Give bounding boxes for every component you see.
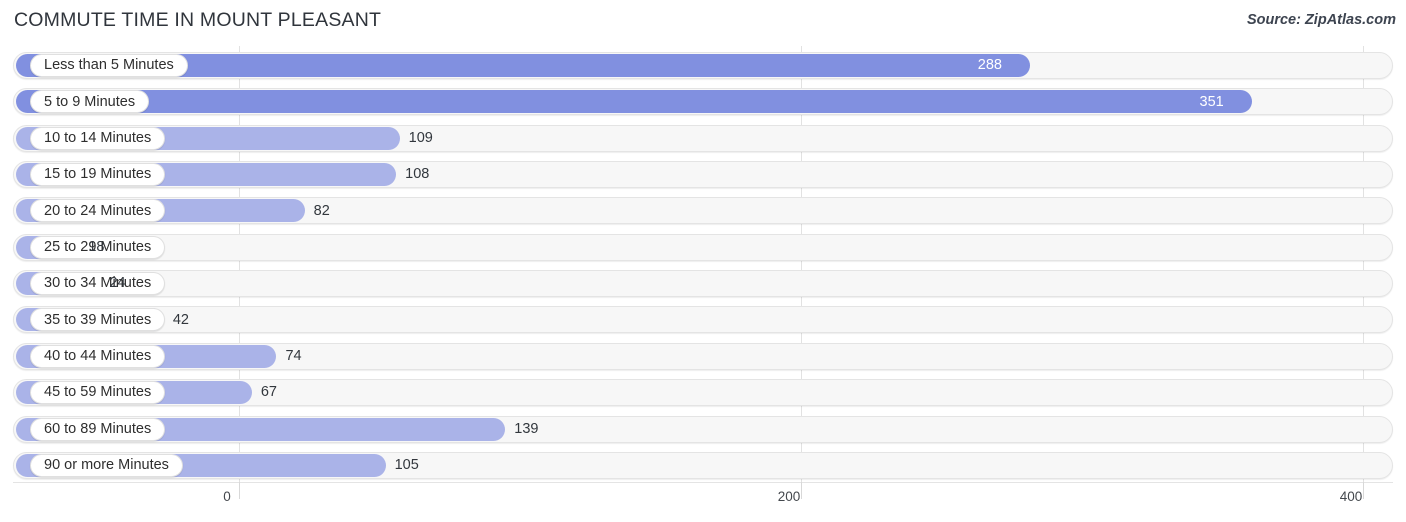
bar-track	[13, 270, 1393, 298]
category-label-pill: 30 to 34 Minutes	[30, 272, 166, 296]
category-label: 40 to 44 Minutes	[44, 348, 152, 365]
category-label-pill: 60 to 89 Minutes	[30, 417, 166, 441]
category-label: 10 to 14 Minutes	[44, 129, 152, 146]
bar-value-label: 108	[405, 166, 430, 183]
bar-row[interactable]: Less than 5 Minutes 288	[13, 52, 1393, 79]
category-label-pill: 15 to 19 Minutes	[30, 163, 166, 187]
category-label-pill: 20 to 24 Minutes	[30, 199, 166, 223]
category-label-pill: Less than 5 Minutes	[30, 54, 188, 77]
category-label-pill: 90 or more Minutes	[30, 453, 183, 477]
tick-mark-400	[1363, 482, 1364, 499]
bar-row[interactable]: 40 to 44 Minutes 74	[13, 342, 1393, 370]
bar-row[interactable]: 60 to 89 Minutes 139	[13, 415, 1393, 443]
category-label-pill: 10 to 14 Minutes	[30, 126, 166, 150]
category-label: 30 to 34 Minutes	[44, 275, 152, 292]
tick-label-0: 0	[223, 489, 231, 504]
bar-row[interactable]: 30 to 34 Minutes 24	[13, 270, 1393, 298]
tick-label-200: 200	[777, 489, 801, 504]
bar-rows: Less than 5 Minutes 288 5 to 9 Minutes 351 1…	[0, 46, 1406, 482]
bar-value-label: 18	[88, 239, 105, 255]
chart-plot-area: Less than 5 Minutes 288 5 to 9 Minutes 351 1…	[0, 46, 1406, 482]
category-label: 90 or more Minutes	[44, 457, 169, 474]
x-axis: 0 200 400	[0, 482, 1406, 522]
bar-row[interactable]: 10 to 14 Minutes 109	[13, 124, 1393, 152]
category-label-pill: 40 to 44 Minutes	[30, 344, 166, 368]
bar-value-label: 42	[172, 311, 189, 328]
chart-header: COMMUTE TIME IN MOUNT PLEASANT Source: Z…	[0, 0, 1406, 46]
category-label: Less than 5 Minutes	[44, 57, 174, 74]
category-label: 45 to 59 Minutes	[44, 384, 152, 401]
category-label: 20 to 24 Minutes	[44, 202, 152, 219]
tick-mark-200	[801, 482, 802, 499]
category-label: 5 to 9 Minutes	[44, 93, 136, 110]
bar-value-label: 74	[285, 348, 302, 365]
category-label: 35 to 39 Minutes	[44, 311, 152, 328]
bar-row[interactable]: 5 to 9 Minutes 351	[13, 88, 1393, 116]
bar-row[interactable]: 25 to 29 Minutes 18	[13, 233, 1393, 261]
bar-value-label: 24	[109, 275, 126, 292]
bar-value-label: 105	[394, 457, 419, 474]
category-label-pill: 45 to 59 Minutes	[30, 381, 166, 405]
bar-row[interactable]: 20 to 24 Minutes 82	[13, 197, 1393, 225]
bar-row[interactable]: 35 to 39 Minutes 42	[13, 306, 1393, 334]
category-label-pill: 35 to 39 Minutes	[30, 308, 166, 332]
bar-value-label: 82	[313, 202, 330, 219]
axis-top-rule	[13, 482, 1393, 483]
bar-value-label: 109	[408, 129, 433, 146]
source-attribution: Source: ZipAtlas.com	[1246, 12, 1396, 28]
bar-value-label: 139	[514, 420, 539, 437]
value-bar[interactable]	[16, 90, 1252, 114]
category-label: 60 to 89 Minutes	[44, 420, 152, 437]
tick-label-400: 400	[1339, 489, 1363, 504]
bar-track	[13, 233, 1393, 261]
tick-mark-0	[239, 482, 240, 499]
bar-track	[13, 306, 1393, 334]
bar-value-label: 67	[260, 384, 277, 401]
page-title: COMMUTE TIME IN MOUNT PLEASANT	[14, 9, 382, 31]
bar-value-label: 288	[977, 57, 1002, 74]
bar-row[interactable]: 15 to 19 Minutes 108	[13, 161, 1393, 189]
bar-row[interactable]: 90 or more Minutes 105	[13, 451, 1393, 479]
bar-row[interactable]: 45 to 59 Minutes 67	[13, 379, 1393, 407]
category-label: 15 to 19 Minutes	[44, 166, 152, 183]
bar-value-label: 351	[1199, 93, 1224, 110]
category-label-pill: 5 to 9 Minutes	[30, 90, 150, 114]
